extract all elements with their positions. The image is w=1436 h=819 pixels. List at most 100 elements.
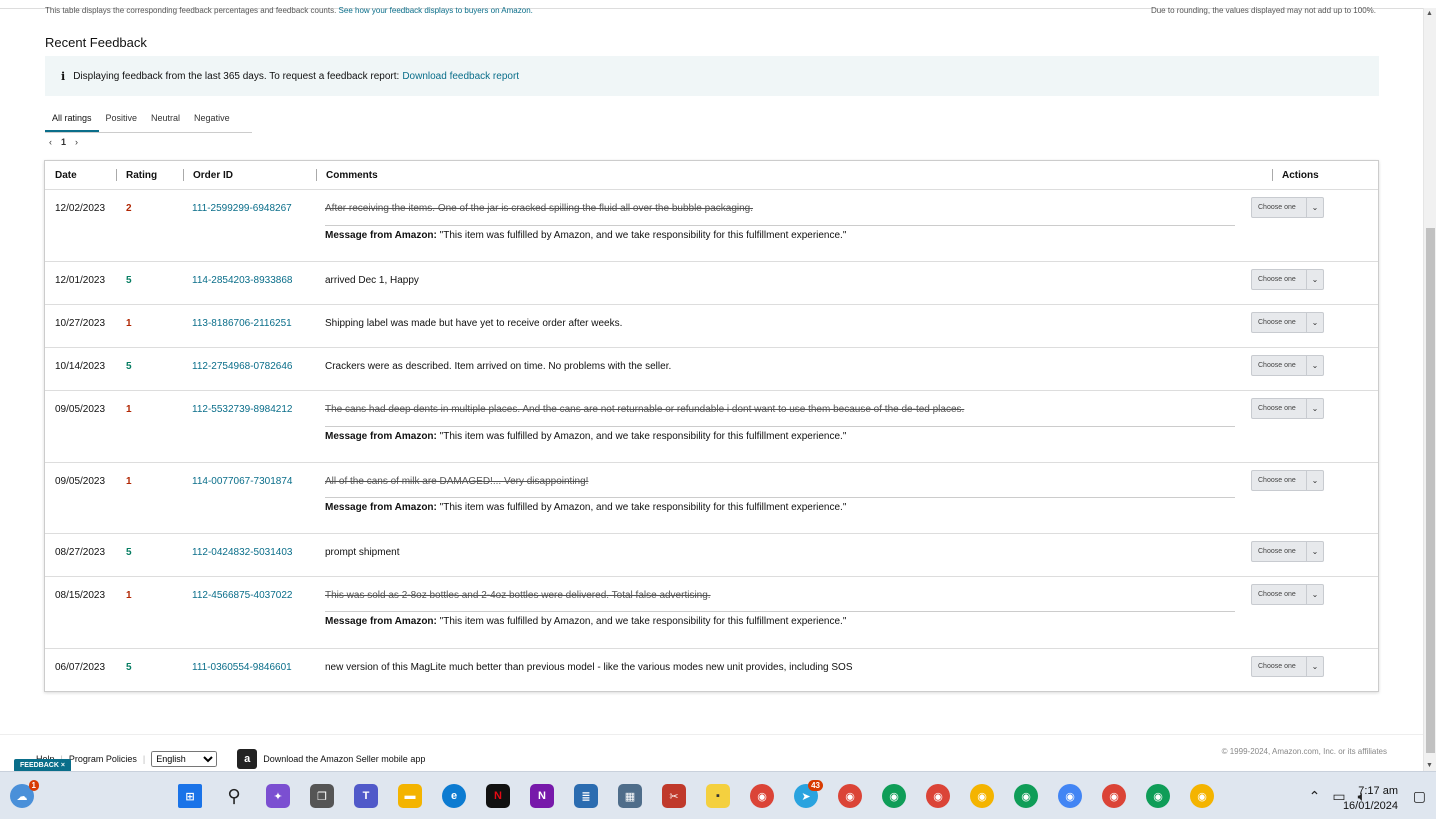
action-dropdown[interactable]: Choose one ⌄ — [1251, 470, 1324, 491]
page-number[interactable]: 1 — [61, 137, 66, 147]
chrome-profile-icon[interactable]: ◉ — [882, 784, 906, 808]
next-page-icon[interactable]: › — [75, 137, 78, 147]
row-order-id-link[interactable]: 111-2599299-6948267 — [192, 203, 292, 214]
page-footer: Help | Program Policies | English a Down… — [0, 734, 1423, 771]
teams-icon[interactable]: T — [354, 784, 378, 808]
row-rating: 5 — [126, 361, 132, 372]
windows-start-icon[interactable]: ⊞ — [178, 784, 202, 808]
row-order-id-link[interactable]: 114-0077067-7301874 — [192, 476, 292, 487]
mobile-app-link[interactable]: Download the Amazon Seller mobile app — [263, 754, 425, 764]
action-dropdown[interactable]: Choose one ⌄ — [1251, 398, 1324, 419]
amazon-message-text: "This item was fulfilled by Amazon, and … — [439, 502, 847, 513]
row-comment: This was sold as 2-8oz bottles and 2-4oz… — [325, 590, 711, 601]
amazon-message: Message from Amazon: "This item was fulf… — [325, 611, 1235, 627]
chrome-profile-icon[interactable]: ◉ — [970, 784, 994, 808]
tab-negative[interactable]: Negative — [187, 106, 237, 132]
action-dropdown-label: Choose one — [1258, 548, 1296, 555]
row-order-id-link[interactable]: 111-0360554-9846601 — [192, 662, 292, 673]
chrome-profile-icon[interactable]: ◉ — [1058, 784, 1082, 808]
row-order-id-link[interactable]: 112-4566875-4037022 — [192, 590, 292, 601]
row-order-id-link[interactable]: 112-2754968-0782646 — [192, 361, 292, 372]
row-order-id-link[interactable]: 112-0424832-5031403 — [192, 547, 292, 558]
notification-icon[interactable]: ▢ — [1413, 788, 1426, 805]
top-note-link[interactable]: See how your feedback displays to buyers… — [339, 6, 533, 15]
amazon-message-text: "This item was fulfilled by Amazon, and … — [439, 230, 847, 241]
weather-icon[interactable]: ☁ 1 — [10, 780, 39, 808]
scroll-down-icon[interactable]: ▼ — [1426, 762, 1433, 769]
task-view-icon[interactable]: ❐ — [310, 784, 334, 808]
table-row: 06/07/2023 5 111-0360554-9846601 new ver… — [45, 649, 1378, 691]
tab-all-ratings[interactable]: All ratings — [45, 106, 99, 132]
amazon-message-label: Message from Amazon: — [325, 431, 437, 442]
row-date: 08/27/2023 — [55, 547, 106, 558]
action-dropdown[interactable]: Choose one ⌄ — [1251, 541, 1324, 562]
clock-date: 16/01/2024 — [1342, 800, 1398, 812]
action-dropdown[interactable]: Choose one ⌄ — [1251, 197, 1324, 218]
telegram-icon[interactable]: ➤ 43 — [794, 780, 823, 808]
notepad-icon[interactable]: ≣ — [574, 784, 598, 808]
action-dropdown[interactable]: Choose one ⌄ — [1251, 312, 1324, 333]
action-dropdown-label: Choose one — [1258, 319, 1296, 326]
row-comment: After receiving the items. One of the ja… — [325, 203, 754, 214]
edge-icon[interactable]: e — [442, 784, 466, 808]
amazon-message-text: "This item was fulfilled by Amazon, and … — [439, 616, 847, 627]
row-date: 09/05/2023 — [55, 404, 106, 415]
amazon-app-icon[interactable]: a — [237, 749, 258, 769]
footer-divider: | — [142, 754, 146, 764]
row-comment: new version of this MagLite much better … — [325, 662, 853, 673]
copilot-icon[interactable]: ✦ — [266, 784, 290, 808]
row-date: 10/27/2023 — [55, 318, 106, 329]
amazon-message-label: Message from Amazon: — [325, 502, 437, 513]
row-order-id-link[interactable]: 113-8186706-2116251 — [192, 318, 292, 329]
chrome-profile-icon[interactable]: ◉ — [1014, 784, 1038, 808]
column-rating: Rating — [115, 169, 158, 181]
footer-links: Help | Program Policies | English a Down… — [36, 749, 425, 769]
onenote-icon[interactable]: N — [530, 784, 554, 808]
search-icon[interactable]: ⚲ — [222, 784, 246, 808]
file-explorer-icon[interactable]: ▬ — [398, 784, 422, 808]
chevron-down-icon: ⌄ — [1306, 399, 1323, 418]
row-order-id-link[interactable]: 114-2854203-8933868 — [192, 275, 292, 286]
tab-neutral[interactable]: Neutral — [144, 106, 187, 132]
snipping-tool-icon[interactable]: ✂ — [662, 784, 686, 808]
feedback-button[interactable]: FEEDBACK × — [14, 759, 71, 771]
action-dropdown[interactable]: Choose one ⌄ — [1251, 355, 1324, 376]
row-date: 09/05/2023 — [55, 476, 106, 487]
windows-taskbar: ☁ 1 ⊞ ⚲ ✦ ❐ T ▬ e N N ≣ ▦ ✂ ▪ ◉ ➤ 43 ◉ ◉ ◉… — [0, 771, 1436, 819]
program-policies-link[interactable]: Program Policies — [69, 754, 137, 764]
chrome-profile-icon[interactable]: ◉ — [926, 784, 950, 808]
scrollbar-thumb[interactable] — [1426, 228, 1435, 753]
scroll-up-icon[interactable]: ▲ — [1426, 10, 1433, 17]
page-scrollbar[interactable]: ▲ ▼ — [1423, 8, 1436, 771]
action-dropdown[interactable]: Choose one ⌄ — [1251, 584, 1324, 605]
clock[interactable]: 7:17 am 16/01/2024 — [1343, 784, 1398, 814]
action-dropdown[interactable]: Choose one ⌄ — [1251, 656, 1324, 677]
chrome-profile-icon[interactable]: ◉ — [1190, 784, 1214, 808]
page-title: Recent Feedback — [45, 35, 147, 50]
chrome-profile-icon[interactable]: ◉ — [1146, 784, 1170, 808]
chrome-icon[interactable]: ◉ — [750, 784, 774, 808]
row-rating: 1 — [126, 476, 132, 487]
prev-page-icon[interactable]: ‹ — [49, 137, 52, 147]
rating-tabs: All ratings Positive Neutral Negative — [45, 106, 252, 133]
chrome-profile-icon[interactable]: ◉ — [838, 784, 862, 808]
language-select[interactable]: English — [151, 751, 218, 767]
chevron-up-icon[interactable]: ⌃ — [1309, 788, 1321, 805]
netflix-icon[interactable]: N — [486, 784, 510, 808]
column-actions: Actions — [1272, 169, 1319, 181]
copyright: © 1999-2024, Amazon.com, Inc. or its aff… — [1221, 747, 1387, 756]
chevron-down-icon: ⌄ — [1306, 198, 1323, 217]
chevron-down-icon: ⌄ — [1306, 270, 1323, 289]
column-date: Date — [55, 170, 77, 181]
download-report-link[interactable]: Download feedback report — [402, 71, 519, 82]
row-comment: Shipping label was made but have yet to … — [325, 318, 623, 329]
sticky-notes-icon[interactable]: ▪ — [706, 784, 730, 808]
row-order-id-link[interactable]: 112-5532739-8984212 — [192, 404, 292, 415]
row-comment: Crackers were as described. Item arrived… — [325, 361, 672, 372]
top-note-text: This table displays the corresponding fe… — [45, 6, 337, 15]
row-date: 10/14/2023 — [55, 361, 106, 372]
chrome-profile-icon[interactable]: ◉ — [1102, 784, 1126, 808]
action-dropdown[interactable]: Choose one ⌄ — [1251, 269, 1324, 290]
tab-positive[interactable]: Positive — [99, 106, 145, 132]
calculator-icon[interactable]: ▦ — [618, 784, 642, 808]
